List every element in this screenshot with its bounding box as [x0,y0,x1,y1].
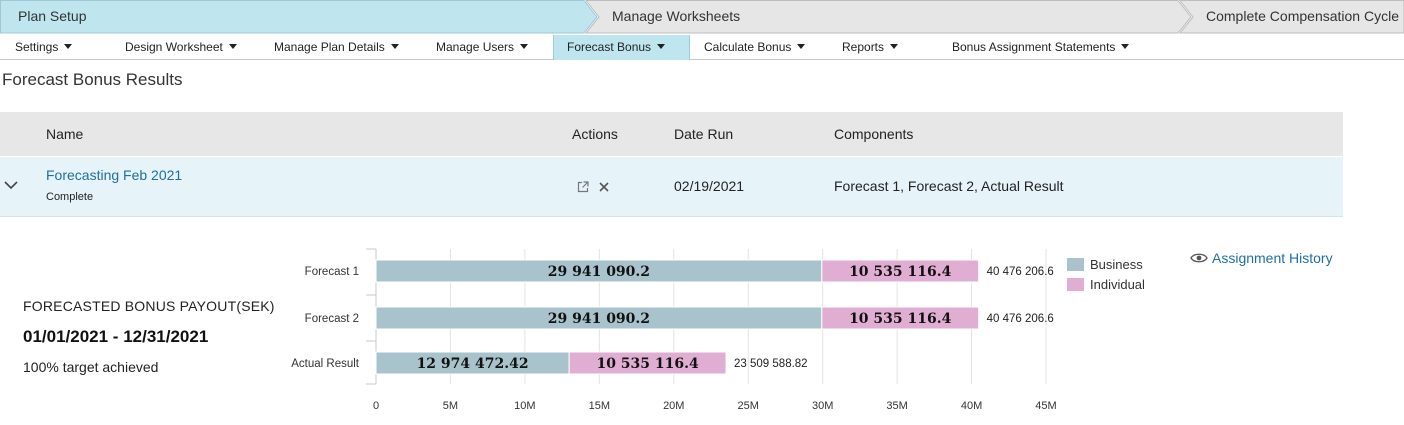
x-tick-label: 10M [514,400,535,412]
menu-reports-label: Reports [842,40,885,54]
step-manage-worksheets[interactable]: Manage Worksheets [612,0,740,33]
menu-settings[interactable]: Settings [15,35,73,60]
x-tick-label: 35M [886,400,907,412]
x-tick-label: 40M [961,400,982,412]
x-tick-label: 15M [589,400,610,412]
caret-down-icon [390,44,399,50]
menu-manage-users-label: Manage Users [436,40,515,54]
caret-down-icon [1121,44,1130,50]
menu-settings-label: Settings [15,40,59,54]
step-complete-compensation-cycle[interactable]: Complete Compensation Cycle [1206,0,1399,33]
step-plan-setup[interactable]: Plan Setup [18,0,87,33]
menu-forecast-bonus-label: Forecast Bonus [567,40,652,54]
column-header-date-run[interactable]: Date Run [674,112,733,156]
x-tick-label: 20M [663,400,684,412]
caret-down-icon [64,44,73,50]
menu-manage-plan-details[interactable]: Manage Plan Details [274,35,399,60]
results-table-header: Name Actions Date Run Components [0,112,1343,156]
column-header-actions: Actions [572,126,618,142]
delete-x-icon[interactable] [597,180,611,194]
forecast-status: Complete [46,191,94,203]
menu-reports[interactable]: Reports [842,35,899,60]
category-label: Actual Result [291,358,360,370]
chevron-down-icon[interactable] [3,177,19,193]
bar-total-label: 23 509 588.82 [734,358,808,370]
caret-down-icon [657,44,666,50]
bar-data-label: 29 941 090.2 [548,311,650,327]
open-external-icon[interactable] [576,180,590,194]
eye-icon [1190,253,1208,263]
menu-bonus-assignment-statements-label: Bonus Assignment Statements [952,40,1116,54]
table-row: Forecasting Feb 2021 Complete 02/19/2021… [0,157,1343,217]
bar-data-label: 29 941 090.2 [548,264,650,280]
menu-design-worksheet-label: Design Worksheet [125,40,223,54]
legend-label-business: Business [1090,257,1143,272]
x-tick-label: 45M [1035,400,1056,412]
bar-data-label: 10 535 116.4 [849,311,952,327]
bar-data-label: 10 535 116.4 [849,264,952,280]
caret-down-icon [520,44,529,50]
menu-bonus-assignment-statements[interactable]: Bonus Assignment Statements [952,35,1130,60]
menu-calculate-bonus[interactable]: Calculate Bonus [704,35,806,60]
assignment-history-label: Assignment History [1212,250,1333,266]
bar-total-label: 40 476 206.6 [987,266,1054,278]
menu-design-worksheet[interactable]: Design Worksheet [125,35,237,60]
menu-bar: Settings Design Worksheet Manage Plan De… [0,35,1404,60]
forecast-bonus-chart: 0 5M 10M 15M 20M 25M 30M 35M 40M 45M Forecast 1 29 … [291,248,1057,412]
forecast-name-link[interactable]: Forecasting Feb 2021 [46,167,182,183]
x-tick-label: 25M [738,400,759,412]
category-label: Forecast 2 [305,313,359,325]
menu-calculate-bonus-label: Calculate Bonus [704,40,792,54]
bar-data-label: 10 535 116.4 [596,356,699,372]
process-steps: Plan Setup Manage Worksheets Complete Co… [0,0,1404,34]
menu-manage-users[interactable]: Manage Users [436,35,529,60]
step-plan-setup-shape[interactable] [0,0,598,34]
menu-forecast-bonus[interactable]: Forecast Bonus [553,35,690,60]
legend-swatch-business [1067,258,1084,271]
x-tick-label: 0 [373,400,379,412]
column-header-components: Components [834,126,914,142]
x-tick-label: 5M [443,400,458,412]
forecast-date-run: 02/19/2021 [674,178,745,194]
category-label: Forecast 1 [305,266,359,278]
x-tick-label: 30M [812,400,833,412]
legend-swatch-individual [1067,278,1084,291]
caret-down-icon [890,44,899,50]
assignment-history-link[interactable]: Assignment History [1190,250,1333,266]
bar-total-label: 40 476 206.6 [987,313,1054,325]
column-header-name[interactable]: Name [46,112,83,156]
forecast-components: Forecast 1, Forecast 2, Actual Result [834,178,1064,194]
menu-manage-plan-details-label: Manage Plan Details [274,40,385,54]
caret-down-icon [228,44,237,50]
page-title: Forecast Bonus Results [2,70,183,89]
bar-data-label: 12 974 472.42 [417,356,529,372]
caret-down-icon [797,44,806,50]
legend-label-individual: Individual [1090,277,1145,292]
